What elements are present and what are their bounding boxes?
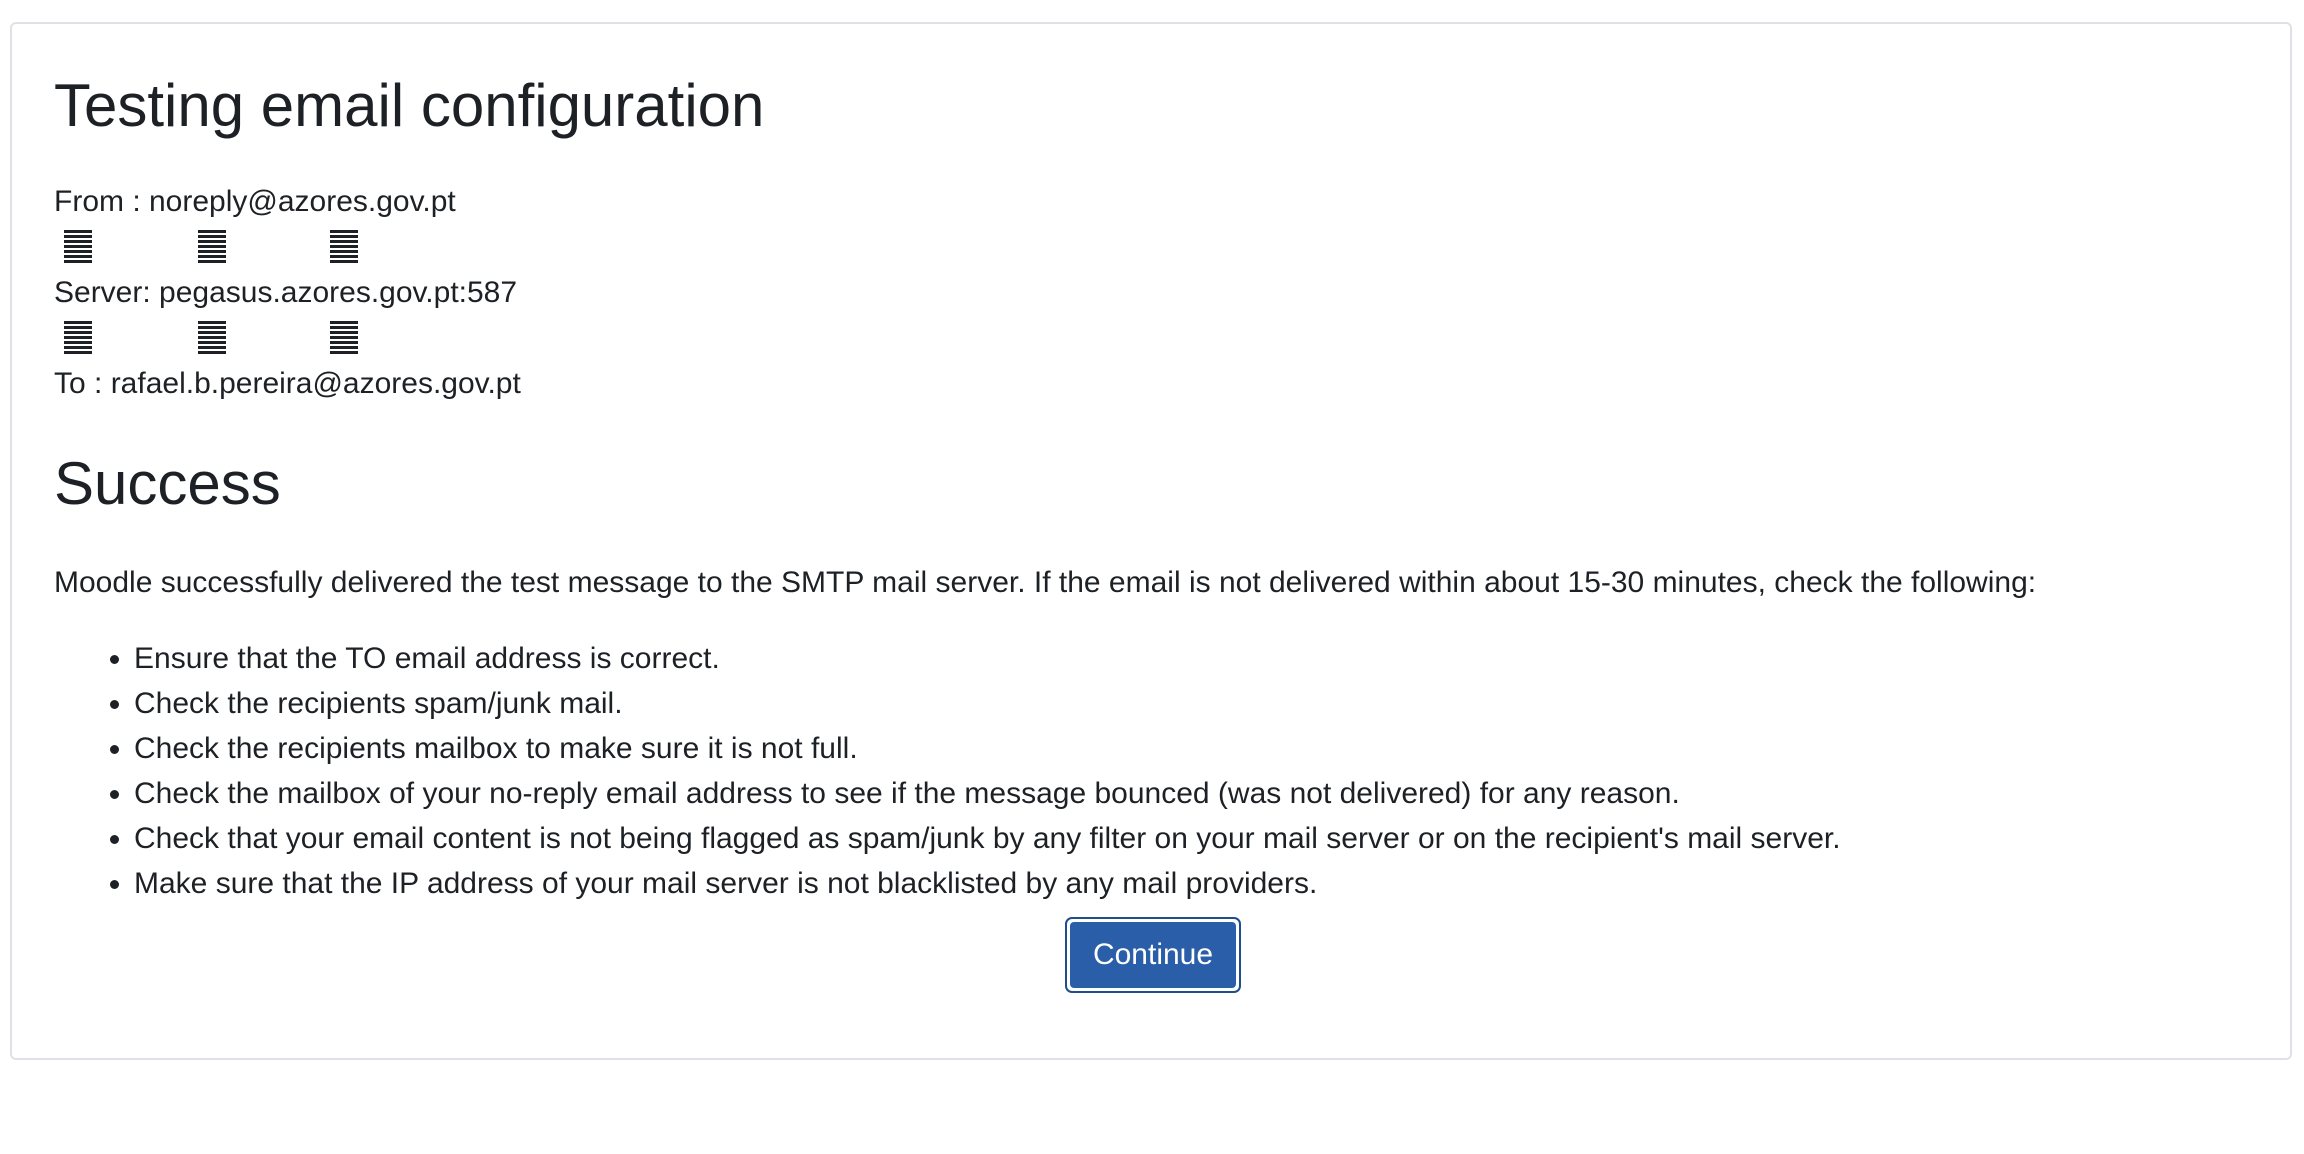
from-address-line: From : noreply@azores.gov.pt [54,185,456,218]
success-message: Moodle successfully delivered the test m… [54,566,2037,599]
page-title: Testing email configuration [54,72,765,139]
test-result-card: Testing email configuration From : norep… [10,22,2292,1060]
continue-button[interactable]: Continue [1070,922,1236,988]
unrendered-glyph-icon [198,230,226,264]
unrendered-glyph-icon [330,321,358,355]
list-item: Check the recipients mailbox to make sur… [134,726,1841,771]
list-item: Check the mailbox of your no-reply email… [134,771,1841,816]
unrendered-glyph-icon [64,321,92,355]
list-item: Ensure that the TO email address is corr… [134,636,1841,681]
continue-button-focus-ring: Continue [1065,917,1241,993]
unrendered-glyph-icon [64,230,92,264]
success-heading: Success [54,450,281,517]
list-item: Check that your email content is not bei… [134,816,1841,861]
unrendered-glyph-icon [330,230,358,264]
to-address-line: To : rafael.b.pereira@azores.gov.pt [54,367,521,400]
list-item: Check the recipients spam/junk mail. [134,681,1841,726]
list-item: Make sure that the IP address of your ma… [134,861,1841,906]
server-line: Server: pegasus.azores.gov.pt:587 [54,276,518,309]
glyph-row-1 [54,226,454,266]
glyph-row-2 [54,317,454,357]
unrendered-glyph-icon [198,321,226,355]
troubleshooting-list: Ensure that the TO email address is corr… [54,636,1841,906]
